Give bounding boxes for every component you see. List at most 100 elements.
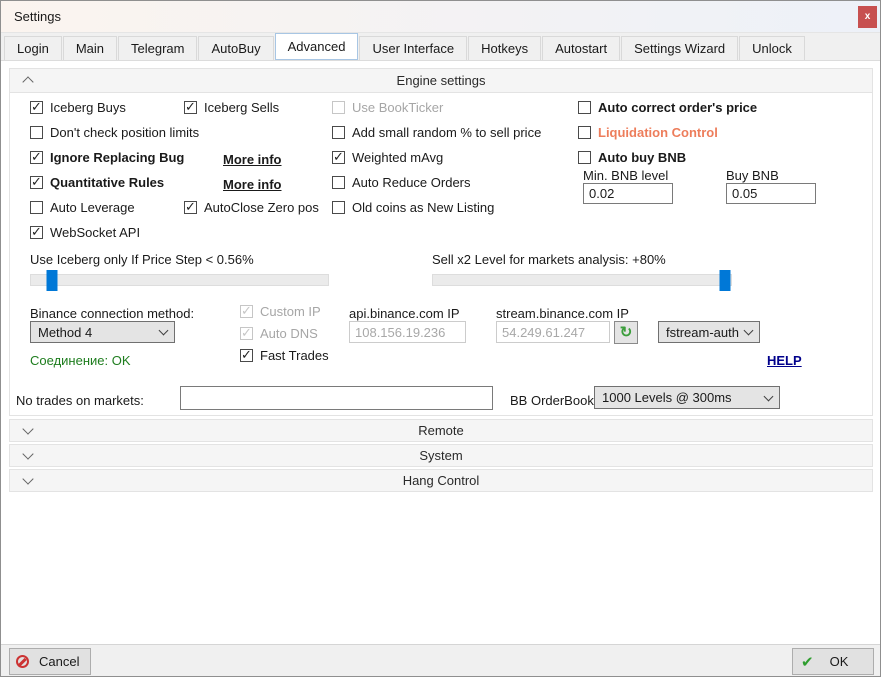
sell-x2-slider[interactable] <box>432 274 732 286</box>
slider-thumb[interactable] <box>720 270 731 291</box>
no-trades-label: No trades on markets: <box>16 393 144 408</box>
checkbox-label: Old coins as New Listing <box>352 200 494 215</box>
section-title: Hang Control <box>10 473 872 488</box>
api-ip-label: api.binance.com IP <box>349 306 460 321</box>
checkbox-ignore-replacing-bug[interactable]: Ignore Replacing Bug <box>30 150 184 165</box>
section-remote[interactable]: Remote <box>9 419 873 442</box>
stream-mode-dropdown[interactable]: fstream-auth <box>658 321 760 343</box>
help-link[interactable]: HELP <box>767 353 802 368</box>
cancel-button-label: Cancel <box>39 654 79 669</box>
checkbox-label: Custom IP <box>260 304 321 319</box>
iceberg-slider-label: Use Iceberg only If Price Step < 0.56% <box>30 252 254 267</box>
checkbox-use-bookticker: Use BookTicker <box>332 100 443 115</box>
no-entry-icon <box>16 655 29 668</box>
checkbox-autoclose-zero-pos[interactable]: AutoClose Zero pos <box>184 200 319 215</box>
checkbox-box <box>332 151 345 164</box>
checkbox-box <box>30 101 43 114</box>
checkbox-label: Iceberg Buys <box>50 100 126 115</box>
checkbox-label: Liquidation Control <box>598 125 718 140</box>
tab-unlock[interactable]: Unlock <box>739 36 805 60</box>
settings-window: Settings x Login Main Telegram AutoBuy A… <box>0 0 881 677</box>
checkbox-box <box>332 201 345 214</box>
chevron-down-icon <box>159 326 169 336</box>
checkbox-label: Weighted mAvg <box>352 150 443 165</box>
ok-button[interactable]: ✔ OK <box>792 648 874 675</box>
checkbox-box <box>30 151 43 164</box>
checkbox-weighted-mavg[interactable]: Weighted mAvg <box>332 150 443 165</box>
checkbox-label: Auto buy BNB <box>598 150 686 165</box>
checkbox-label: Auto Leverage <box>50 200 135 215</box>
checkbox-auto-correct-orders-price[interactable]: Auto correct order's price <box>578 100 757 115</box>
checkbox-box <box>30 176 43 189</box>
checkbox-box <box>578 151 591 164</box>
checkbox-quantitative-rules[interactable]: Quantitative Rules <box>30 175 164 190</box>
checkbox-box <box>332 176 345 189</box>
bb-orderbook-label: BB OrderBook: <box>510 393 597 408</box>
tab-hotkeys[interactable]: Hotkeys <box>468 36 541 60</box>
checkbox-label: Auto Reduce Orders <box>352 175 471 190</box>
bb-orderbook-value: 1000 Levels @ 300ms <box>602 390 732 405</box>
checkbox-websocket-api[interactable]: WebSocket API <box>30 225 140 240</box>
buy-bnb-input[interactable] <box>726 183 816 204</box>
refresh-icon: ↻ <box>620 324 633 341</box>
tab-autobuy[interactable]: AutoBuy <box>198 36 273 60</box>
checkbox-label: WebSocket API <box>50 225 140 240</box>
tab-main[interactable]: Main <box>63 36 117 60</box>
checkbox-box <box>578 101 591 114</box>
engine-settings-title: Engine settings <box>10 73 872 88</box>
tab-user-interface[interactable]: User Interface <box>359 36 467 60</box>
section-title: System <box>10 448 872 463</box>
engine-settings-header[interactable]: Engine settings <box>10 69 872 93</box>
no-trades-input[interactable] <box>180 386 493 410</box>
checkbox-add-small-random-percent[interactable]: Add small random % to sell price <box>332 125 541 140</box>
more-info-link-replacing-bug[interactable]: More info <box>223 152 282 167</box>
checkbox-box <box>240 327 253 340</box>
slider-thumb[interactable] <box>46 270 57 291</box>
iceberg-slider[interactable] <box>30 274 329 286</box>
stream-ip-input <box>496 321 610 343</box>
engine-settings-panel: Engine settings Iceberg Buys Don't check… <box>9 68 873 416</box>
connection-method-label: Binance connection method: <box>30 306 194 321</box>
footer-bar: Cancel ✔ OK <box>1 644 880 677</box>
checkbox-box <box>332 101 345 114</box>
more-info-link-quantitative-rules[interactable]: More info <box>223 177 282 192</box>
checkbox-box <box>578 126 591 139</box>
checkbox-auto-buy-bnb[interactable]: Auto buy BNB <box>578 150 686 165</box>
bb-orderbook-dropdown[interactable]: 1000 Levels @ 300ms <box>594 386 780 409</box>
checkbox-label: Auto correct order's price <box>598 100 757 115</box>
min-bnb-level-input[interactable] <box>583 183 673 204</box>
tab-advanced[interactable]: Advanced <box>275 33 359 60</box>
checkbox-auto-reduce-orders[interactable]: Auto Reduce Orders <box>332 175 471 190</box>
checkbox-dont-check-position-limits[interactable]: Don't check position limits <box>30 125 199 140</box>
tab-bar: Login Main Telegram AutoBuy Advanced Use… <box>1 33 880 61</box>
close-icon[interactable]: x <box>858 6 877 28</box>
chevron-down-icon <box>764 391 774 401</box>
checkbox-box <box>332 126 345 139</box>
checkbox-auto-leverage[interactable]: Auto Leverage <box>30 200 135 215</box>
checkbox-liquidation-control[interactable]: Liquidation Control <box>578 125 718 140</box>
checkbox-label: Quantitative Rules <box>50 175 164 190</box>
tab-autostart[interactable]: Autostart <box>542 36 620 60</box>
window-title: Settings <box>14 9 61 24</box>
checkbox-old-coins-as-new-listing[interactable]: Old coins as New Listing <box>332 200 494 215</box>
ok-button-label: OK <box>830 654 849 669</box>
checkbox-iceberg-sells[interactable]: Iceberg Sells <box>184 100 279 115</box>
buy-bnb-label: Buy BNB <box>726 168 779 183</box>
cancel-button[interactable]: Cancel <box>9 648 91 675</box>
checkbox-label: Fast Trades <box>260 348 329 363</box>
connection-status: Соединение: OK <box>30 353 131 368</box>
connection-method-dropdown[interactable]: Method 4 <box>30 321 175 343</box>
tab-telegram[interactable]: Telegram <box>118 36 197 60</box>
sell-x2-slider-label: Sell x2 Level for markets analysis: +80% <box>432 252 666 267</box>
tab-login[interactable]: Login <box>4 36 62 60</box>
refresh-ip-button[interactable]: ↻ <box>614 321 638 344</box>
section-hang-control[interactable]: Hang Control <box>9 469 873 492</box>
section-system[interactable]: System <box>9 444 873 467</box>
checkbox-label: Add small random % to sell price <box>352 125 541 140</box>
checkbox-box <box>30 126 43 139</box>
min-bnb-level-label: Min. BNB level <box>583 168 668 183</box>
checkbox-label: Don't check position limits <box>50 125 199 140</box>
tab-settings-wizard[interactable]: Settings Wizard <box>621 36 738 60</box>
checkbox-iceberg-buys[interactable]: Iceberg Buys <box>30 100 126 115</box>
checkbox-fast-trades[interactable]: Fast Trades <box>240 348 329 363</box>
